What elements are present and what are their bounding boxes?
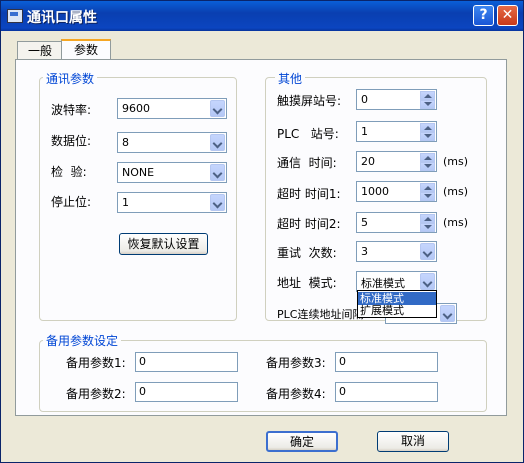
addr-mode-value: 标准模式 [361, 277, 405, 290]
ok-button[interactable]: 确定 [266, 431, 338, 452]
timeout1-value: 1000 [361, 185, 389, 198]
spin-up-icon[interactable] [420, 91, 435, 100]
backup-param3-value: 0 [339, 355, 346, 368]
backup-params-group-label: 备用参数设定 [43, 332, 122, 349]
data-bits-value: 8 [122, 136, 129, 149]
backup-param4-label: 备用参数4: [266, 387, 326, 401]
plc-station-label: PLC 站号: [277, 127, 339, 141]
tab-general-label: 一般 [27, 44, 52, 58]
backup-param2-value: 0 [139, 385, 146, 398]
backup-param3-label: 备用参数3: [266, 356, 326, 370]
comm-params-group-label: 通讯参数 [43, 70, 98, 87]
spin-down-icon[interactable] [420, 132, 435, 141]
backup-param2-label: 备用参数2: [66, 387, 126, 401]
timeout2-value: 5 [361, 216, 368, 229]
spin-up-icon[interactable] [420, 153, 435, 162]
hmi-station-value: 0 [361, 93, 368, 106]
window-icon [7, 9, 23, 23]
help-button[interactable]: ? [473, 5, 494, 26]
spin-up-icon[interactable] [420, 123, 435, 132]
restore-defaults-button[interactable]: 恢复默认设置 [119, 233, 208, 255]
stop-bits-select[interactable]: 1 [117, 192, 227, 213]
parity-value: NONE [122, 166, 155, 179]
other-group-label: 其他 [275, 70, 306, 87]
backup-param1-input[interactable]: 0 [135, 352, 238, 372]
spin-down-icon[interactable] [420, 223, 435, 232]
comm-time-unit: (ms) [443, 155, 469, 168]
timeout1-unit: (ms) [443, 185, 469, 198]
timeout2-unit: (ms) [443, 216, 469, 229]
backup-param4-value: 0 [339, 385, 346, 398]
backup-param1-label: 备用参数1: [66, 356, 126, 370]
chevron-down-icon[interactable] [210, 164, 225, 181]
chevron-down-icon[interactable] [210, 100, 225, 117]
backup-param1-value: 0 [139, 355, 146, 368]
backup-param2-input[interactable]: 0 [135, 382, 238, 402]
plc-station-spinner[interactable]: 1 [356, 121, 437, 142]
comm-time-value: 20 [361, 155, 375, 168]
window-title: 通讯口属性 [27, 10, 97, 26]
data-bits-label: 数据位: [51, 134, 92, 148]
parity-select[interactable]: NONE [117, 162, 227, 183]
baud-label: 波特率: [51, 103, 92, 117]
stop-bits-value: 1 [122, 196, 129, 209]
addr-mode-select[interactable]: 标准模式 [356, 271, 437, 292]
spin-up-icon[interactable] [420, 214, 435, 223]
retry-label: 重试 次数: [277, 246, 337, 260]
timeout1-label: 超时 时间1: [277, 187, 341, 201]
hmi-station-spinner[interactable]: 0 [356, 89, 437, 110]
backup-param3-input[interactable]: 0 [335, 352, 438, 372]
data-bits-select[interactable]: 8 [117, 132, 227, 153]
spin-down-icon[interactable] [420, 100, 435, 109]
chevron-down-icon[interactable] [420, 273, 435, 290]
stop-bits-label: 停止位: [51, 195, 92, 209]
hmi-station-label: 触摸屏站号: [277, 94, 342, 108]
spin-up-icon[interactable] [420, 183, 435, 192]
parity-label: 检 验: [51, 165, 87, 179]
spin-down-icon[interactable] [420, 162, 435, 171]
baud-select[interactable]: 9600 [117, 98, 227, 119]
close-button[interactable]: ✕ [497, 5, 518, 26]
plc-station-value: 1 [361, 125, 368, 138]
title-bar[interactable]: 通讯口属性 ? ✕ [1, 1, 523, 31]
addr-mode-dropdown: 标准模式 扩展模式 [357, 290, 437, 318]
timeout2-spinner[interactable]: 5 [356, 212, 437, 233]
tab-parameters-label: 参数 [73, 43, 98, 57]
tab-general[interactable]: 一般 [17, 41, 63, 61]
spin-down-icon[interactable] [420, 192, 435, 201]
dialog-window: 通讯口属性 ? ✕ 一般 参数 通讯参数 波特率: 9600 数据位: 8 检 … [0, 0, 524, 463]
addr-mode-option-extended[interactable]: 扩展模式 [358, 304, 436, 317]
chevron-down-icon[interactable] [440, 305, 455, 322]
baud-value: 9600 [122, 102, 150, 115]
retry-select[interactable]: 3 [356, 241, 437, 262]
chevron-down-icon[interactable] [420, 243, 435, 260]
timeout2-label: 超时 时间2: [277, 217, 341, 231]
comm-time-spinner[interactable]: 20 [356, 151, 437, 172]
timeout1-spinner[interactable]: 1000 [356, 181, 437, 202]
comm-time-label: 通信 时间: [277, 156, 337, 170]
chevron-down-icon[interactable] [210, 194, 225, 211]
backup-param4-input[interactable]: 0 [335, 382, 438, 402]
cancel-button[interactable]: 取消 [377, 431, 449, 452]
chevron-down-icon[interactable] [210, 134, 225, 151]
addr-mode-label: 地址 模式: [277, 276, 337, 290]
retry-value: 3 [361, 245, 368, 258]
plc-continuous-label: PLC连续地址间隔 [277, 308, 364, 321]
